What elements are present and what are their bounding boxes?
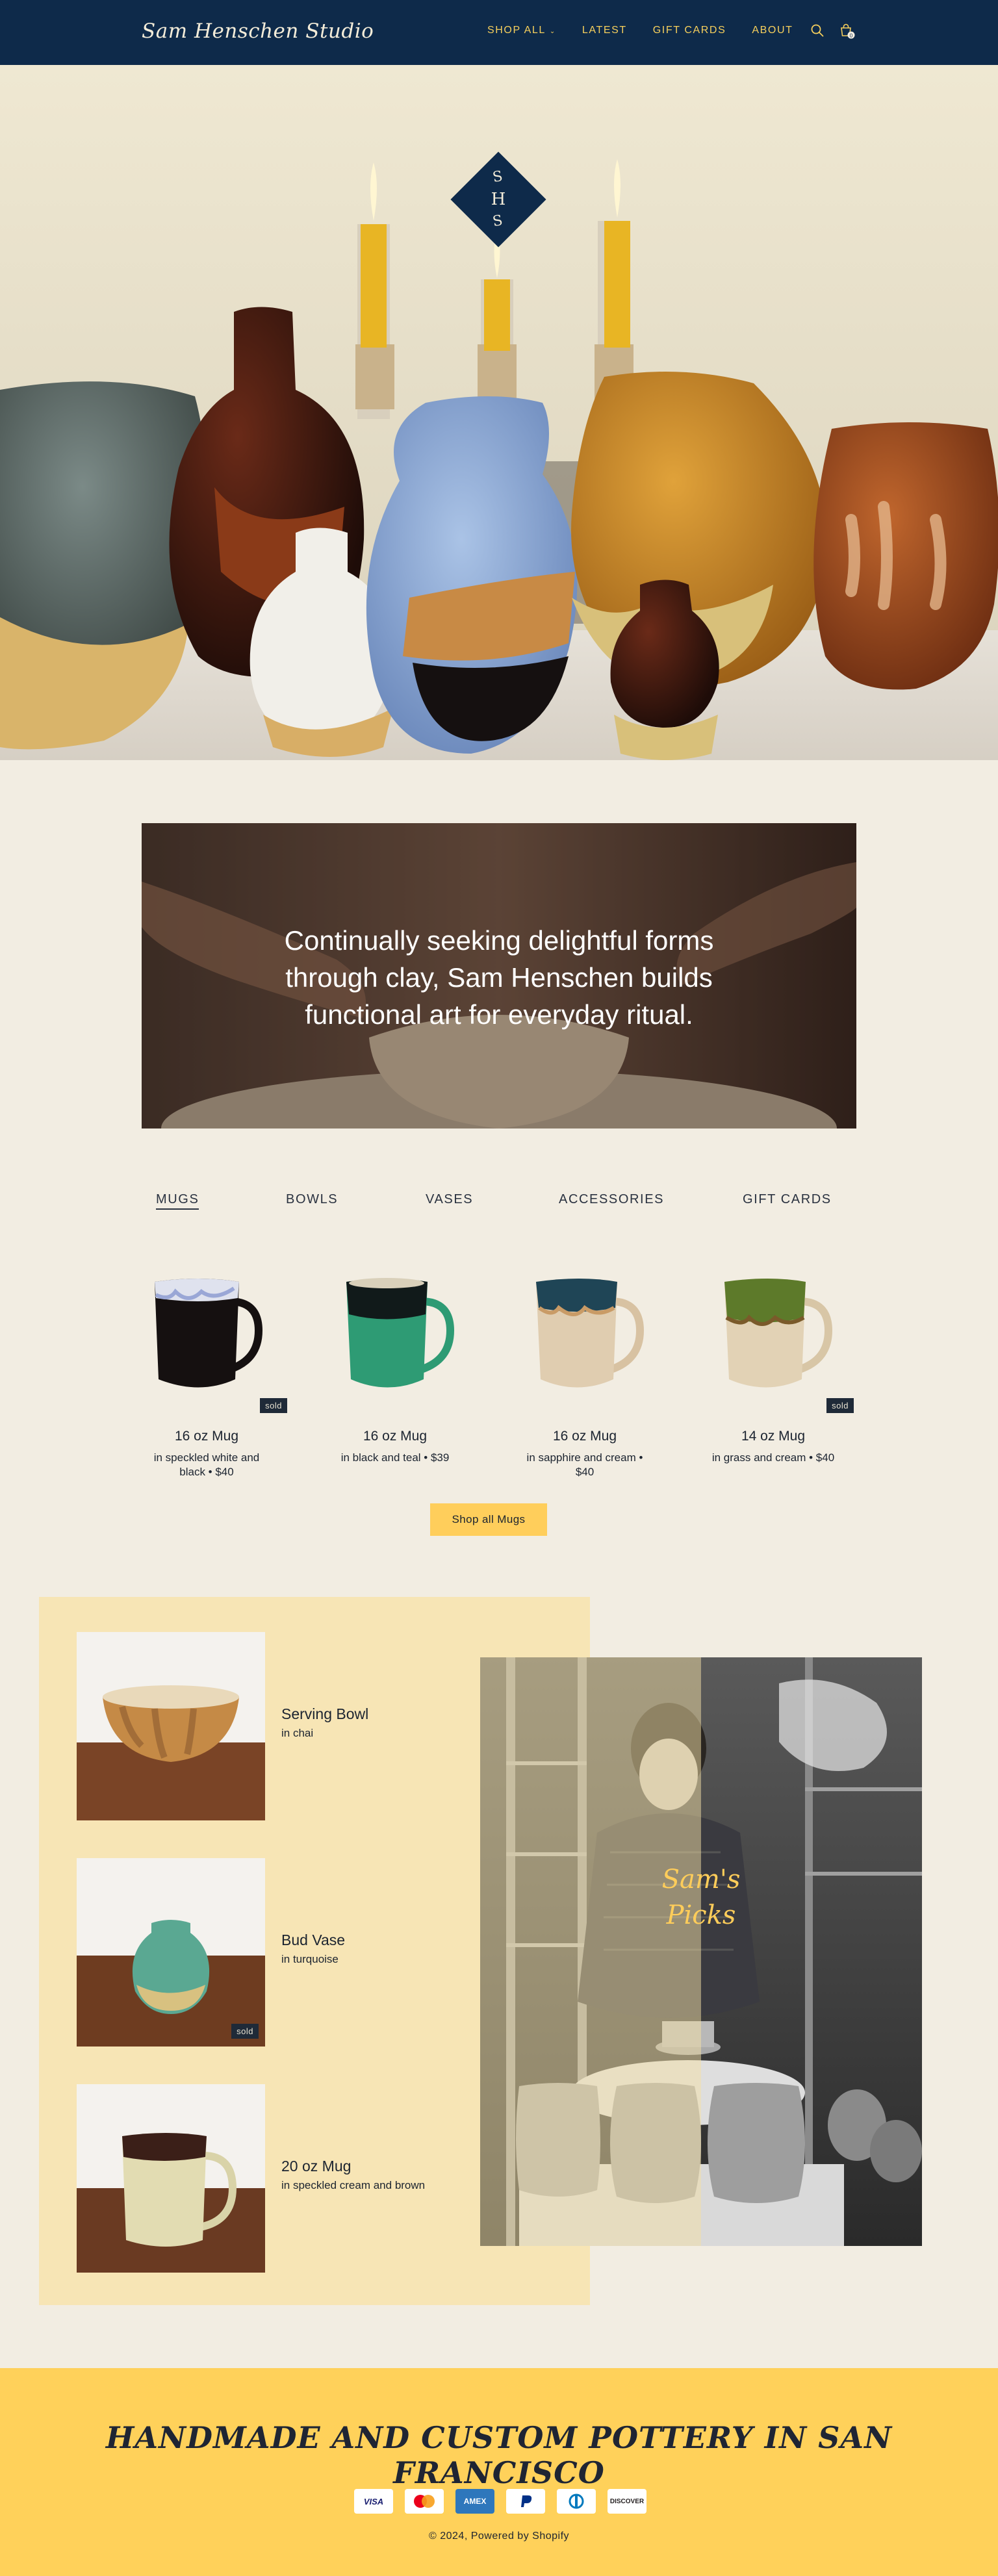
product-card[interactable]: sold 14 oz Mug in grass and cream • $40	[708, 1247, 854, 1465]
svg-text:H: H	[491, 190, 506, 209]
sold-badge: sold	[826, 1398, 854, 1413]
pick-image[interactable]	[77, 2084, 265, 2273]
mastercard-icon	[405, 2489, 444, 2514]
product-name: 16 oz Mug	[363, 1429, 428, 1444]
site-footer: HANDMADE AND CUSTOM POTTERY IN SAN FRANC…	[0, 2368, 998, 2576]
potter-photo: Sam's Picks	[480, 1657, 922, 2246]
search-icon[interactable]	[808, 21, 827, 40]
picks-label-line2: Picks	[666, 1900, 736, 1930]
pick-title[interactable]: Serving Bowl	[281, 1705, 368, 1723]
paypal-icon	[506, 2489, 545, 2514]
tab-vases[interactable]: VASES	[426, 1192, 473, 1207]
pick-title[interactable]: Bud Vase	[281, 1932, 345, 1949]
diners-icon	[557, 2489, 596, 2514]
nav-latest[interactable]: LATEST	[582, 25, 627, 36]
sold-badge: sold	[260, 1398, 287, 1413]
product-card[interactable]: 16 oz Mug in sapphire and cream • $40	[520, 1247, 650, 1479]
visa-icon: VISA	[354, 2489, 393, 2514]
product-name: 14 oz Mug	[741, 1429, 806, 1444]
product-name: 16 oz Mug	[174, 1429, 239, 1444]
product-description: in speckled white and black • $40	[153, 1451, 260, 1478]
pick-image[interactable]: sold	[77, 1858, 265, 2047]
nav-gift-cards[interactable]: GIFT CARDS	[653, 25, 726, 36]
payment-icons: VISA AMEX DISCOVER	[354, 2489, 646, 2514]
copyright: © 2024, Powered by Shopify	[428, 2531, 570, 2542]
main-nav: SHOP ALL ⌄ LATEST GIFT CARDS ABOUT	[487, 25, 819, 36]
chevron-down-icon: ⌄	[549, 28, 556, 35]
nav-about[interactable]: ABOUT	[752, 25, 793, 36]
tab-gift-cards[interactable]: GIFT CARDS	[743, 1192, 832, 1207]
cart-icon[interactable]: 0	[837, 21, 856, 40]
statement-text: Continually seeking delightful forms thr…	[284, 925, 714, 1030]
product-card[interactable]: sold 16 oz Mug in speckled white and bla…	[142, 1247, 287, 1479]
hero-image: S H S	[0, 65, 998, 760]
product-description: in sapphire and cream • $40	[526, 1451, 643, 1478]
product-card[interactable]: 16 oz Mug in black and teal • $39	[330, 1247, 460, 1465]
site-header: Sam Henschen Studio SHOP ALL ⌄ LATEST GIF…	[0, 0, 998, 65]
product-grid: sold 16 oz Mug in speckled white and bla…	[142, 1247, 856, 1494]
product-image: sold	[142, 1247, 287, 1413]
cart-count: 0	[850, 33, 853, 39]
pick-subtitle: in chai	[281, 1727, 314, 1739]
pick-title[interactable]: 20 oz Mug	[281, 2158, 351, 2175]
product-name: 16 oz Mug	[552, 1429, 617, 1444]
product-description: in grass and cream • $40	[711, 1451, 835, 1464]
pick-image[interactable]	[77, 1632, 265, 1820]
sold-badge: sold	[231, 2024, 259, 2039]
site-logo[interactable]: Sam Henschen Studio	[142, 19, 374, 43]
tab-accessories[interactable]: ACCESSORIES	[559, 1192, 664, 1207]
product-description: in black and teal • $39	[340, 1451, 450, 1464]
product-image: sold	[708, 1247, 854, 1413]
discover-icon: DISCOVER	[608, 2489, 646, 2514]
product-image	[520, 1247, 650, 1413]
picks-label-line1: Sam's	[662, 1865, 741, 1894]
product-image	[330, 1247, 460, 1413]
category-tabs: MUGS BOWLS VASES ACCESSORIES GIFT CARDS	[142, 1192, 856, 1214]
nav-shop-all[interactable]: SHOP ALL ⌄	[487, 25, 556, 36]
amex-icon: AMEX	[455, 2489, 494, 2514]
tab-mugs[interactable]: MUGS	[156, 1192, 199, 1210]
pick-subtitle: in speckled cream and brown	[281, 2179, 426, 2191]
pick-subtitle: in turquoise	[281, 1953, 339, 1965]
statement-banner: Continually seeking delightful forms thr…	[142, 823, 856, 1129]
footer-tagline: HANDMADE AND CUSTOM POTTERY IN SAN FRANC…	[105, 2420, 893, 2490]
tab-bowls[interactable]: BOWLS	[286, 1192, 338, 1207]
shop-all-mugs-button[interactable]: Shop all Mugs	[430, 1503, 547, 1536]
monogram-logo: S H S	[450, 151, 546, 248]
